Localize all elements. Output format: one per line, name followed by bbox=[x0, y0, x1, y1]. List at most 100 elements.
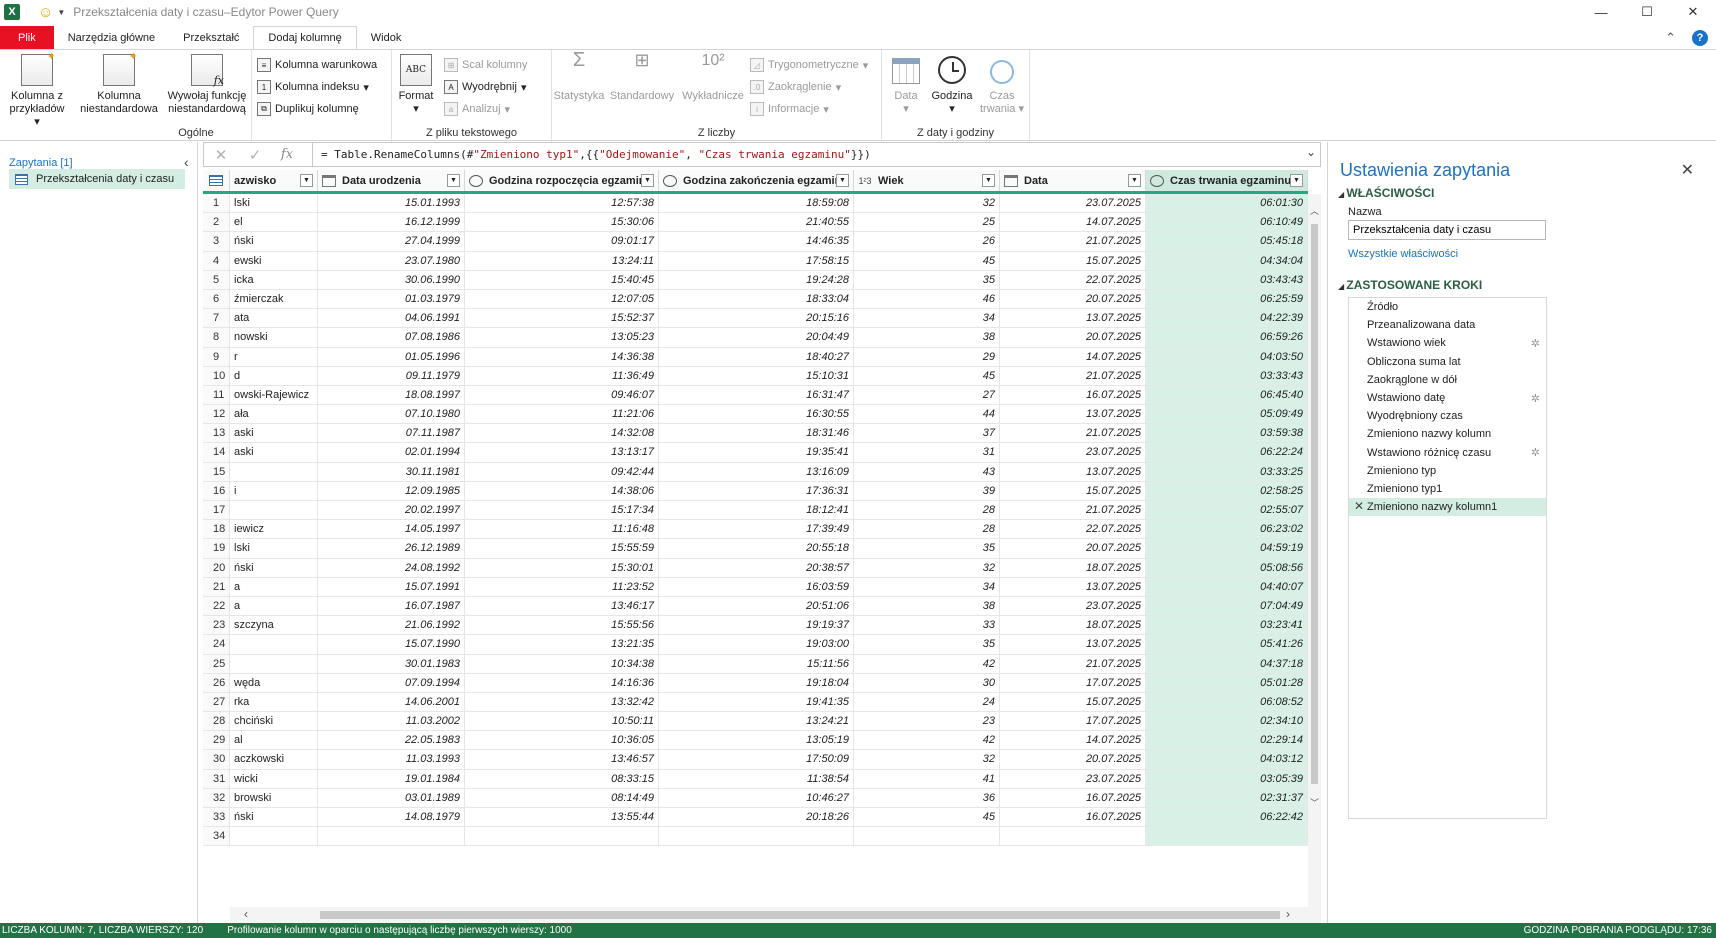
horizontal-scroll-thumb[interactable] bbox=[320, 911, 1280, 919]
date-button[interactable]: Data ▾ bbox=[886, 54, 926, 116]
table-cell[interactable]: 18.08.1997 bbox=[318, 385, 465, 405]
table-cell[interactable]: 11:38:54 bbox=[659, 769, 854, 788]
vertical-scroll-thumb[interactable] bbox=[1311, 224, 1318, 784]
table-cell[interactable]: 06:22:24 bbox=[1146, 443, 1308, 462]
table-row[interactable]: 13 aski 07.11.1987 14:32:08 18:31:46 37 21.07.… bbox=[203, 424, 1308, 444]
table-cell[interactable]: 27 bbox=[854, 385, 1000, 405]
table-cell[interactable]: d bbox=[230, 366, 318, 385]
row-number[interactable]: 15 bbox=[203, 462, 230, 481]
table-cell[interactable]: 30 bbox=[854, 673, 1000, 692]
table-cell[interactable]: 33 bbox=[854, 616, 1000, 635]
table-row[interactable]: 21 a 15.07.1991 11:23:52 16:03:59 34 13.07.202… bbox=[203, 577, 1308, 597]
row-number[interactable]: 12 bbox=[203, 405, 230, 424]
table-cell[interactable]: 06:10:49 bbox=[1146, 213, 1308, 232]
table-cell[interactable]: 04:22:39 bbox=[1146, 309, 1308, 328]
table-cell[interactable]: 19:18:04 bbox=[659, 673, 854, 692]
table-cell[interactable]: 36 bbox=[854, 788, 1000, 807]
table-cell[interactable]: el bbox=[230, 213, 318, 232]
table-row[interactable]: 10 d 09.11.1979 11:36:49 15:10:31 45 21.07.202… bbox=[203, 366, 1308, 386]
table-row[interactable]: 14 aski 02.01.1994 13:13:17 19:35:41 31 23.07.… bbox=[203, 443, 1308, 463]
table-cell[interactable]: 09:42:44 bbox=[465, 462, 659, 481]
table-cell[interactable]: 21.07.2025 bbox=[1000, 424, 1146, 443]
row-number[interactable]: 25 bbox=[203, 654, 230, 673]
table-row[interactable]: 19 lski 26.12.1989 15:55:59 20:55:18 35 20.07.… bbox=[203, 539, 1308, 559]
table-cell[interactable]: 20:55:18 bbox=[659, 539, 854, 558]
invoke-custom-function-button[interactable]: fx Wywołaj funkcję niestandardową bbox=[164, 54, 250, 116]
table-cell[interactable]: 16.07.1987 bbox=[318, 596, 465, 616]
table-cell[interactable]: 15.07.2025 bbox=[1000, 251, 1146, 270]
table-cell[interactable]: 17:39:49 bbox=[659, 520, 854, 539]
row-number[interactable]: 2 bbox=[203, 213, 230, 232]
table-cell[interactable]: 13:05:19 bbox=[659, 731, 854, 750]
gear-icon[interactable]: ✲ bbox=[1531, 446, 1540, 459]
queries-header[interactable]: Zapytania [1] bbox=[9, 157, 73, 169]
table-cell[interactable]: 32 bbox=[854, 750, 1000, 769]
applied-step[interactable]: Obliczona suma lat bbox=[1349, 353, 1546, 371]
table-row[interactable]: 20 ński 24.08.1992 15:30:01 20:38:57 32 18.07.… bbox=[203, 558, 1308, 578]
table-cell[interactable]: 30.01.1983 bbox=[318, 654, 465, 673]
standard-button[interactable]: ⊞ Standardowy bbox=[606, 51, 678, 103]
table-cell[interactable]: ewski bbox=[230, 251, 318, 270]
table-cell[interactable]: 17.07.2025 bbox=[1000, 673, 1146, 692]
table-cell[interactable]: 11:16:48 bbox=[465, 520, 659, 539]
time-type-icon[interactable] bbox=[1150, 174, 1164, 187]
table-cell[interactable]: 39 bbox=[854, 481, 1000, 500]
table-cell[interactable]: 20.07.2025 bbox=[1000, 539, 1146, 558]
row-number[interactable]: 26 bbox=[203, 673, 230, 692]
table-cell[interactable] bbox=[465, 827, 659, 846]
table-cell[interactable]: 02:34:10 bbox=[1146, 712, 1308, 731]
table-cell[interactable]: 16:03:59 bbox=[659, 577, 854, 596]
time-button[interactable]: Godzina ▾ bbox=[926, 54, 978, 116]
applied-step[interactable]: ✕ Zmieniono nazwy kolumn1 bbox=[1349, 498, 1546, 517]
row-number[interactable]: 1 bbox=[203, 194, 230, 213]
column-from-examples-button[interactable]: ✦ Kolumna z przykładów ▾ bbox=[6, 51, 68, 129]
applied-step[interactable]: Zmieniono typ1 bbox=[1349, 480, 1546, 498]
table-cell[interactable]: 13:24:11 bbox=[465, 251, 659, 270]
table-cell[interactable]: 17:36:31 bbox=[659, 481, 854, 500]
row-number[interactable]: 28 bbox=[203, 712, 230, 731]
table-cell[interactable]: 18:31:46 bbox=[659, 424, 854, 443]
table-cell[interactable]: 45 bbox=[854, 366, 1000, 385]
row-number[interactable]: 19 bbox=[203, 539, 230, 558]
time-type-icon[interactable] bbox=[469, 174, 483, 187]
table-cell[interactable]: 13:24:21 bbox=[659, 712, 854, 731]
filter-dropdown-icon[interactable]: ▼ bbox=[447, 174, 460, 187]
table-row[interactable]: 27 rka 14.06.2001 13:32:42 19:41:35 24 15.07.2… bbox=[203, 692, 1308, 713]
table-cell[interactable]: 14.05.1997 bbox=[318, 520, 465, 539]
table-cell[interactable]: 19:03:00 bbox=[659, 635, 854, 654]
table-cell[interactable]: 19:24:28 bbox=[659, 270, 854, 289]
table-cell[interactable]: 15:55:59 bbox=[465, 539, 659, 558]
table-cell[interactable]: 21.07.2025 bbox=[1000, 501, 1146, 520]
table-row[interactable]: 28 chciński 11.03.2002 10:50:11 13:24:21 23 17… bbox=[203, 712, 1308, 732]
collapse-ribbon-icon[interactable]: ⌃ bbox=[1665, 30, 1676, 46]
merge-columns-button[interactable]: ⊞ Scal kolumny bbox=[444, 56, 527, 74]
table-cell[interactable]: 18:40:27 bbox=[659, 347, 854, 366]
table-cell[interactable]: 02:31:37 bbox=[1146, 788, 1308, 807]
table-cell[interactable]: 03:23:41 bbox=[1146, 616, 1308, 635]
scientific-button[interactable]: 10² Wykładnicze bbox=[678, 53, 748, 103]
table-row[interactable]: 29 al 22.05.1983 10:36:05 13:05:19 42 14.07.20… bbox=[203, 731, 1308, 751]
date-type-icon[interactable] bbox=[322, 174, 336, 187]
cancel-formula-icon[interactable]: ✕ bbox=[204, 146, 238, 164]
rounding-button[interactable]: .0 Zaokrąglenie ▾ bbox=[750, 78, 841, 96]
table-cell[interactable]: 10:34:38 bbox=[465, 654, 659, 673]
table-cell[interactable]: a bbox=[230, 596, 318, 616]
row-number[interactable]: 33 bbox=[203, 808, 230, 827]
table-cell[interactable]: 09.11.1979 bbox=[318, 366, 465, 385]
row-number[interactable]: 32 bbox=[203, 788, 230, 807]
table-cell[interactable]: 11:36:49 bbox=[465, 366, 659, 385]
table-cell[interactable]: 14.07.2025 bbox=[1000, 347, 1146, 366]
table-cell[interactable]: aski bbox=[230, 443, 318, 462]
table-cell[interactable]: a bbox=[230, 577, 318, 596]
query-item[interactable]: Przekształcenia daty i czasu bbox=[9, 169, 185, 189]
quick-access-dropdown-icon[interactable]: ▼ bbox=[57, 8, 65, 17]
table-row[interactable]: 24 15.07.1990 13:21:35 19:03:00 35 13.07.2025… bbox=[203, 635, 1308, 655]
table-cell[interactable]: 42 bbox=[854, 654, 1000, 673]
table-cell[interactable]: 20.07.2025 bbox=[1000, 750, 1146, 769]
table-cell[interactable]: 02:58:25 bbox=[1146, 481, 1308, 500]
table-cell[interactable]: 12:57:38 bbox=[465, 194, 659, 213]
table-cell[interactable]: 38 bbox=[854, 328, 1000, 347]
row-number[interactable]: 18 bbox=[203, 520, 230, 539]
table-cell[interactable]: 18:12:41 bbox=[659, 501, 854, 520]
column-header[interactable]: Data urodzenia ▼ bbox=[318, 170, 465, 191]
